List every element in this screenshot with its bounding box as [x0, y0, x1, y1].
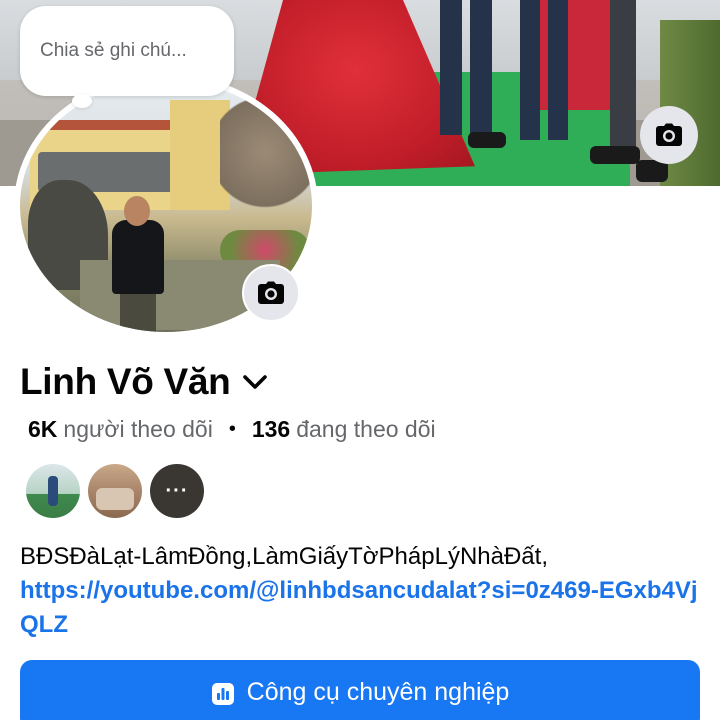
more-friends-button[interactable]: ···	[150, 464, 204, 518]
bar-chart-icon	[211, 683, 234, 705]
camera-icon	[656, 123, 682, 146]
avatar-person-body	[112, 220, 164, 294]
more-dots-icon: ···	[165, 479, 189, 502]
profile-name: Linh Võ Văn	[20, 361, 231, 402]
followers-link[interactable]: 6K người theo dõi	[28, 416, 213, 443]
cover-person-leg	[610, 0, 636, 150]
camera-icon	[258, 281, 284, 304]
note-bubble-tail	[72, 94, 92, 108]
friend-avatars: ···	[26, 464, 204, 518]
profile-stats: 6K người theo dõi • 136 đang theo dõi	[28, 414, 436, 444]
professional-tools-button[interactable]: Công cụ chuyên nghiệp	[20, 660, 700, 720]
cover-shoe	[590, 146, 640, 164]
professional-tools-label: Công cụ chuyên nghiệp	[246, 678, 510, 706]
cover-person-leg	[440, 0, 462, 135]
followers-count: 6K	[28, 415, 58, 442]
cover-camera-button[interactable]	[640, 106, 698, 164]
stats-separator: •	[228, 417, 236, 440]
cover-shoe	[468, 132, 506, 148]
friend-avatar[interactable]	[88, 464, 142, 518]
following-label: đang theo dõi	[296, 415, 436, 442]
following-link[interactable]: 136 đang theo dõi	[252, 416, 436, 443]
friend-avatar[interactable]	[26, 464, 80, 518]
avatar-camera-button[interactable]	[242, 264, 300, 322]
name-dropdown[interactable]	[242, 373, 268, 391]
bio-youtube-link[interactable]: https://youtube.com/@linhbdsancudalat?si…	[20, 574, 700, 642]
profile-name-row[interactable]: Linh Võ Văn	[20, 358, 268, 406]
cover-person-leg	[548, 0, 568, 140]
avatar-person-legs	[120, 290, 156, 332]
chevron-down-icon	[243, 375, 268, 389]
following-count: 136	[251, 415, 291, 442]
cover-person-leg	[470, 0, 492, 135]
note-bubble[interactable]: Chia sẻ ghi chú...	[20, 6, 234, 96]
note-placeholder: Chia sẻ ghi chú...	[40, 40, 187, 61]
cover-person-leg	[520, 0, 540, 140]
avatar-bg-tree	[220, 100, 310, 230]
followers-label: người theo dõi	[63, 415, 213, 442]
avatar-person-head	[124, 196, 150, 226]
profile-bio: BĐSĐàLạt-LâmĐồng,LàmGiấyTờPhápLýNhàĐất,	[20, 543, 548, 570]
